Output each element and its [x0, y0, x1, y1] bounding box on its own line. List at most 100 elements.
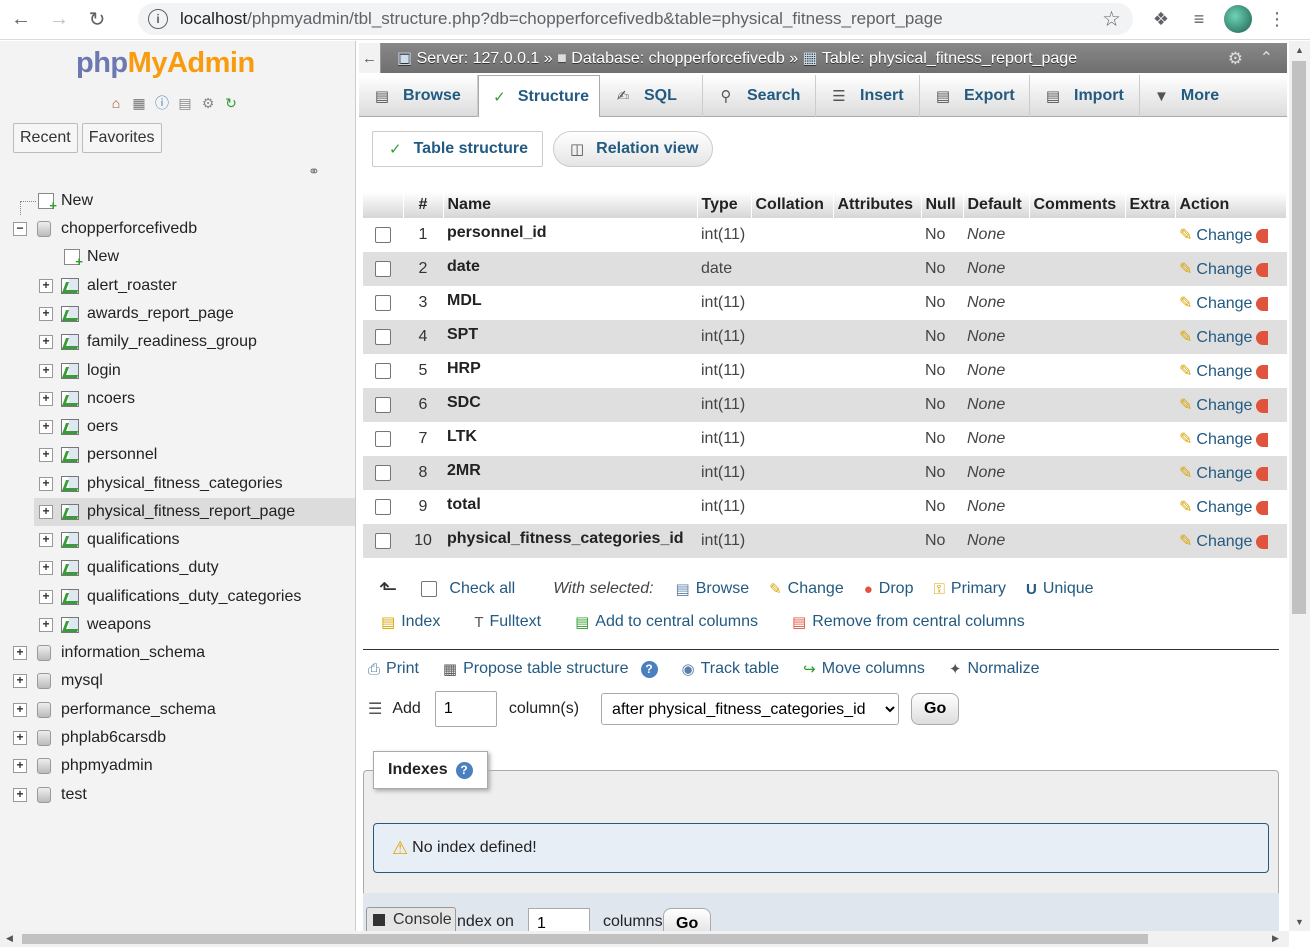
tree-table-item[interactable]: + qualifications_duty — [0, 554, 355, 582]
expand-icon[interactable]: + — [39, 364, 53, 378]
move-columns-button[interactable]: ↪ Move columns — [803, 660, 925, 678]
tab-browse[interactable]: ▤ Browse — [359, 75, 478, 117]
expand-icon[interactable]: + — [13, 674, 27, 688]
vertical-scrollbar[interactable]: ▲ ▼ — [1289, 41, 1310, 931]
breadcrumb-table[interactable]: Table: physical_fitness_report_page — [822, 50, 1077, 67]
drop-icon[interactable] — [1256, 364, 1269, 379]
drop-icon[interactable] — [1256, 534, 1269, 549]
expand-icon[interactable]: + — [13, 703, 27, 717]
collapse-up-icon[interactable]: ⌃ — [1260, 48, 1273, 68]
help-icon[interactable]: ⓘ — [152, 93, 172, 113]
tree-table-item[interactable]: + oers — [0, 413, 355, 441]
scroll-down-icon[interactable]: ▼ — [1295, 917, 1304, 927]
normalize-button[interactable]: ✦ Normalize — [949, 660, 1040, 678]
row-checkbox[interactable] — [375, 260, 391, 277]
drop-icon[interactable] — [1256, 500, 1269, 515]
breadcrumb-database[interactable]: Database: chopperforcefivedb — [571, 50, 784, 67]
tree-db-item[interactable]: + information_schema — [0, 639, 355, 667]
drop-icon[interactable] — [1256, 262, 1269, 277]
horizontal-scrollbar[interactable]: ◀ ▶ — [0, 931, 1289, 947]
expand-icon[interactable]: + — [39, 561, 53, 575]
tree-db-item[interactable]: + phplab6carsdb — [0, 724, 355, 752]
row-checkbox[interactable] — [375, 328, 391, 345]
tree-table-item-selected[interactable]: + physical_fitness_report_page — [34, 498, 355, 527]
logout-icon[interactable]: ▦ — [129, 93, 149, 113]
collapse-navigation-icon[interactable]: ← — [359, 43, 381, 73]
expand-icon[interactable]: + — [39, 533, 53, 547]
phpmyadmin-logo[interactable]: phpMyAdmin — [76, 47, 255, 80]
row-checkbox[interactable] — [375, 396, 391, 413]
drop-icon[interactable] — [1256, 330, 1269, 345]
help-icon[interactable]: ? — [455, 761, 473, 779]
help-icon[interactable]: ? — [640, 660, 658, 678]
tab-structure[interactable]: ✓ Structure — [478, 75, 600, 117]
tree-table-item[interactable]: + weapons — [0, 611, 355, 639]
tree-new-database[interactable]: New — [0, 187, 355, 215]
row-checkbox[interactable] — [375, 226, 391, 243]
tab-import[interactable]: ▤ Import — [1030, 75, 1140, 117]
expand-icon[interactable]: + — [39, 335, 53, 349]
expand-icon[interactable]: + — [39, 477, 53, 491]
expand-icon[interactable]: + — [39, 307, 53, 321]
address-bar[interactable]: i localhost/phpmyadmin/tbl_structure.php… — [138, 3, 1133, 35]
print-button[interactable]: ⎙ Print — [368, 660, 419, 678]
col-header-name[interactable]: Name — [443, 192, 698, 218]
expand-icon[interactable]: + — [39, 420, 53, 434]
tab-insert[interactable]: ☰ Insert — [816, 75, 920, 117]
documentation-icon[interactable]: ▤ — [175, 93, 195, 113]
add-central-columns-button[interactable]: ▤ Add to central columns — [575, 613, 758, 631]
expand-icon[interactable]: + — [39, 505, 53, 519]
expand-icon[interactable]: + — [39, 590, 53, 604]
scrollbar-thumb[interactable] — [22, 934, 1148, 944]
favorite-tables-button[interactable]: Favorites — [81, 123, 162, 153]
remove-central-columns-button[interactable]: ▤ Remove from central columns — [792, 613, 1025, 631]
collapse-icon[interactable]: − — [13, 222, 27, 236]
expand-icon[interactable]: + — [39, 392, 53, 406]
tree-table-item[interactable]: + qualifications_duty_categories — [0, 583, 355, 611]
track-table-button[interactable]: ◉ Track table — [682, 660, 780, 678]
reload-icon[interactable]: ↻ — [80, 3, 114, 37]
propose-structure-button[interactable]: ▦ Propose table structure? — [443, 660, 658, 678]
tree-new-table[interactable]: New — [0, 243, 355, 271]
drop-icon[interactable] — [1256, 432, 1269, 447]
drop-icon[interactable] — [1256, 466, 1269, 481]
expand-icon[interactable]: + — [39, 448, 53, 462]
bulk-drop-button[interactable]: ● Drop — [864, 580, 914, 598]
media-playlist-icon[interactable]: ≡ — [1186, 4, 1212, 34]
home-icon[interactable]: ⌂ — [106, 93, 126, 113]
expand-icon[interactable]: + — [39, 279, 53, 293]
bookmark-star-icon[interactable]: ☆ — [1102, 7, 1121, 32]
site-info-icon[interactable]: i — [148, 9, 168, 29]
add-columns-position-select[interactable]: after physical_fitness_categories_id — [601, 693, 900, 725]
link-with-main-panel-icon[interactable]: ⚭ — [308, 163, 320, 180]
bulk-change-button[interactable]: ✎ Change — [769, 580, 844, 598]
extensions-puzzle-icon[interactable]: ❖ — [1148, 4, 1174, 34]
expand-icon[interactable]: + — [13, 646, 27, 660]
expand-icon[interactable]: + — [13, 731, 27, 745]
tree-table-item[interactable]: + awards_report_page — [0, 300, 355, 328]
profile-avatar[interactable] — [1224, 5, 1252, 33]
forward-arrow-icon[interactable]: → — [42, 3, 76, 37]
url-text[interactable]: localhost/phpmyadmin/tbl_structure.php?d… — [180, 9, 943, 29]
change-column-button[interactable]: ✎ Change — [1179, 329, 1252, 346]
drop-icon[interactable] — [1256, 398, 1269, 413]
row-checkbox[interactable] — [375, 362, 391, 379]
breadcrumb-server[interactable]: Server: 127.0.0.1 — [417, 50, 540, 67]
tree-table-item[interactable]: + login — [0, 357, 355, 385]
check-all-checkbox[interactable] — [421, 581, 438, 597]
bulk-browse-button[interactable]: ▤ Browse — [676, 580, 750, 598]
settings-gear-icon[interactable]: ⚙ — [1228, 49, 1243, 69]
tree-table-item[interactable]: + qualifications — [0, 526, 355, 554]
bulk-unique-button[interactable]: U Unique — [1026, 580, 1094, 598]
tab-more[interactable]: ▼ More — [1140, 75, 1228, 117]
console-toggle[interactable]: Console — [366, 907, 456, 933]
scroll-up-icon[interactable]: ▲ — [1295, 45, 1304, 55]
recent-tables-button[interactable]: Recent — [13, 123, 78, 153]
change-column-button[interactable]: ✎ Change — [1179, 363, 1252, 380]
tree-db-chopperforcefivedb[interactable]: − chopperforcefivedb — [0, 215, 355, 243]
change-column-button[interactable]: ✎ Change — [1179, 295, 1252, 312]
row-checkbox[interactable] — [375, 294, 391, 311]
tree-db-item[interactable]: + test — [0, 781, 355, 809]
tab-sql[interactable]: ✍ SQL — [600, 75, 703, 117]
change-column-button[interactable]: ✎ Change — [1179, 227, 1252, 244]
